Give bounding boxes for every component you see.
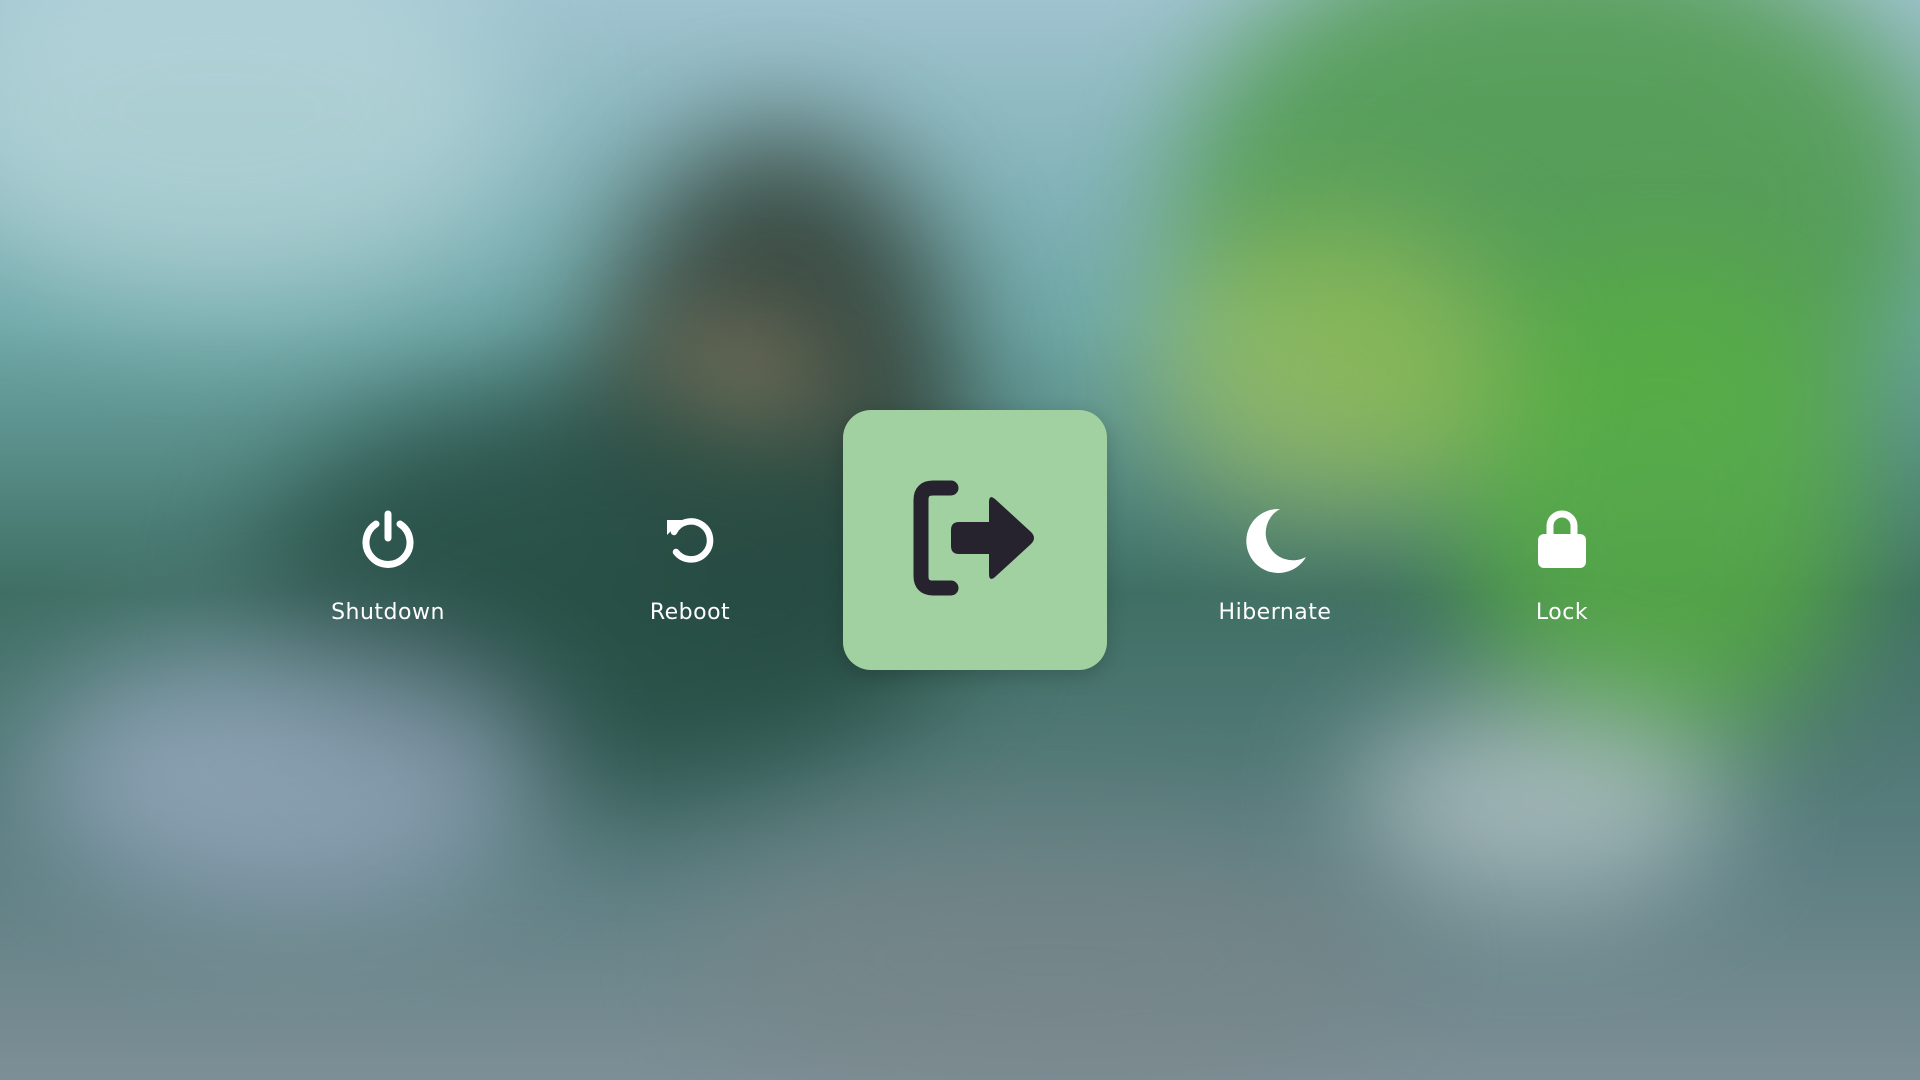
lock-option[interactable]: Lock <box>1482 500 1642 625</box>
logout-option[interactable] <box>843 410 1107 670</box>
lock-icon <box>1522 500 1602 580</box>
reboot-option[interactable]: Reboot <box>610 500 770 625</box>
reboot-label: Reboot <box>649 600 731 625</box>
lock-label: Lock <box>1535 600 1589 625</box>
hibernate-label: Hibernate <box>1218 600 1332 625</box>
shutdown-option[interactable]: Shutdown <box>308 500 468 625</box>
logout-icon <box>905 478 1045 602</box>
moon-icon <box>1235 500 1315 580</box>
power-icon <box>348 500 428 580</box>
power-menu: Shutdown Reboot Hibernate Lock <box>0 0 1920 1080</box>
hibernate-option[interactable]: Hibernate <box>1195 500 1355 625</box>
shutdown-label: Shutdown <box>331 600 445 625</box>
reboot-icon <box>650 500 730 580</box>
